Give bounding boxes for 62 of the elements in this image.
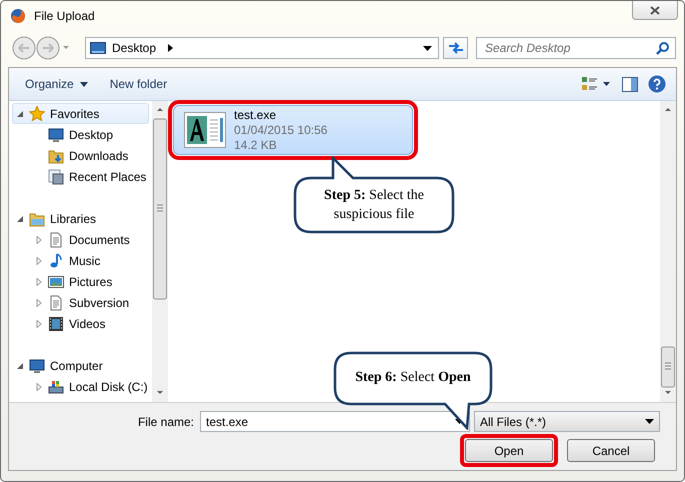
- document-icon: [48, 294, 64, 310]
- film-icon: [48, 316, 64, 332]
- expand-arrow-icon[interactable]: [16, 362, 24, 370]
- nav-item[interactable]: Computer: [12, 355, 149, 376]
- monitor-icon: [48, 126, 64, 142]
- search-input[interactable]: Search Desktop: [483, 40, 656, 56]
- drive-icon: [48, 378, 64, 394]
- close-button[interactable]: [632, 1, 678, 20]
- scrollbar[interactable]: [152, 101, 168, 402]
- file-size: 14.2 KB: [234, 138, 278, 152]
- file-type-dropdown[interactable]: All Files (*.*): [474, 411, 660, 432]
- address-bar[interactable]: Desktop: [85, 37, 439, 59]
- nav-item[interactable]: Pictures: [12, 271, 149, 292]
- nav-item[interactable]: Recent Places: [12, 166, 149, 187]
- document-icon: [48, 232, 64, 248]
- monitor-icon: [29, 358, 45, 374]
- scrollbar[interactable]: [660, 101, 676, 402]
- browser-icon: [10, 8, 26, 24]
- view-options-icon: [582, 77, 612, 91]
- font-file-icon: [184, 112, 226, 148]
- file-name-label: File name:: [138, 414, 194, 428]
- search-icon: [656, 42, 669, 54]
- preview-pane-icon: [622, 76, 638, 92]
- dropdown-icon: [423, 46, 432, 50]
- close-icon: [650, 6, 660, 14]
- file-date: 01/04/2015 10:56: [234, 122, 328, 138]
- nav-item[interactable]: Local Disk (C:): [12, 376, 149, 397]
- open-button[interactable]: Open: [465, 439, 553, 462]
- picture-icon: [48, 274, 64, 290]
- caret-icon: [80, 82, 88, 86]
- cancel-button[interactable]: Cancel: [567, 439, 655, 462]
- help-icon: [648, 75, 666, 93]
- nav-item[interactable]: Subversion: [12, 292, 149, 313]
- nav-item[interactable]: Favorites: [12, 103, 149, 124]
- location-text: Desktop: [112, 41, 156, 55]
- chevron-icon: [168, 44, 174, 52]
- nav-item[interactable]: Music: [12, 250, 149, 271]
- search-field[interactable]: Search Desktop: [476, 37, 676, 59]
- refresh-button[interactable]: [443, 37, 468, 59]
- star-icon: [29, 106, 45, 122]
- recent-places-icon: [48, 168, 64, 184]
- nav-item[interactable]: Videos: [12, 313, 149, 334]
- folder-icon: [48, 148, 64, 164]
- expand-arrow-icon[interactable]: [16, 110, 24, 118]
- music-note-icon: [48, 252, 64, 268]
- nav-item[interactable]: Downloads: [12, 145, 149, 166]
- dropdown-icon: [645, 419, 654, 424]
- nav-item[interactable]: Documents: [12, 229, 149, 250]
- desktop-icon: [90, 42, 106, 54]
- refresh-icon: [448, 41, 464, 55]
- expand-arrow-icon[interactable]: [16, 214, 24, 222]
- nav-item[interactable]: Libraries: [12, 208, 149, 229]
- callout-text: Step 5: Select the suspicious file: [323, 187, 425, 224]
- file-name-field[interactable]: test.exe: [200, 411, 470, 432]
- file-name-input[interactable]: test.exe: [206, 414, 455, 428]
- folder-icon: [29, 210, 45, 226]
- new-folder-button[interactable]: New folder: [104, 74, 174, 94]
- file-name: test.exe: [234, 108, 278, 122]
- organize-menu[interactable]: Organize: [19, 74, 94, 94]
- callout-text: Step 6: Select Open: [354, 369, 472, 387]
- nav-item[interactable]: Desktop: [12, 124, 149, 145]
- window-title: File Upload: [34, 9, 95, 23]
